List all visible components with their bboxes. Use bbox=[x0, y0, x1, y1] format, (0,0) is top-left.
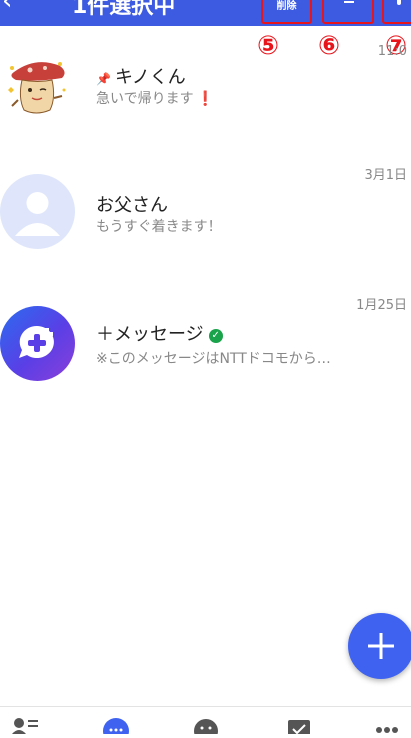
conversation-name-text: ＋メッセージ bbox=[96, 324, 204, 345]
verified-check-icon: ✓ bbox=[208, 329, 223, 343]
overflow-menu-button[interactable] bbox=[382, 0, 411, 24]
conversation-preview: 急いで帰ります ❗ bbox=[96, 88, 214, 108]
pin-icon: 📌 bbox=[96, 72, 111, 86]
nav-task[interactable] bbox=[285, 717, 313, 738]
plus-message-logo-icon bbox=[19, 325, 54, 358]
mushroom-mascot-icon bbox=[8, 62, 66, 114]
avatar-otousan bbox=[0, 174, 75, 249]
back-button[interactable]: ‹ bbox=[2, 0, 12, 16]
bottom-navigation bbox=[0, 706, 411, 738]
contacts-icon bbox=[12, 718, 38, 734]
person-silhouette-icon bbox=[15, 192, 60, 236]
conversation-name-text: キノくん bbox=[114, 67, 186, 88]
conversation-date: 1月25日 bbox=[356, 298, 407, 313]
conversation-row-otousan[interactable]: 3月1日 お父さん もうすぐ着きます！ bbox=[0, 156, 411, 266]
preview-text: 急いで帰ります bbox=[96, 91, 194, 107]
delete-button[interactable]: 削除 bbox=[261, 0, 312, 24]
conversation-row-kinokun[interactable]: 11:0 📌 キノくん 急いで帰ります ❗ bbox=[0, 36, 411, 146]
more-icon bbox=[376, 727, 398, 733]
avatar-kinokun bbox=[0, 50, 75, 125]
avatar-plus-message bbox=[0, 306, 75, 381]
nav-more[interactable] bbox=[372, 717, 402, 738]
nav-chat[interactable] bbox=[102, 717, 130, 738]
top-app-bar: ‹ 1件選択中 削除 bbox=[0, 0, 411, 26]
conversation-name: お父さん bbox=[96, 195, 168, 216]
plus-icon bbox=[368, 633, 394, 659]
conversation-name: 📌 キノくん bbox=[96, 63, 186, 89]
conversation-date: 3月1日 bbox=[364, 168, 407, 183]
dash-icon bbox=[344, 1, 354, 3]
conversation-preview: もうすぐ着きます！ bbox=[96, 219, 222, 235]
new-message-fab[interactable] bbox=[348, 613, 411, 679]
conversation-preview: ※このメッセージはNTTドコモから… bbox=[96, 351, 331, 367]
mark-read-button[interactable] bbox=[322, 0, 374, 24]
task-icon bbox=[288, 720, 310, 738]
stamp-icon bbox=[194, 719, 218, 738]
nav-stamp[interactable] bbox=[192, 717, 220, 738]
more-vert-icon bbox=[397, 0, 401, 5]
delete-label: 削除 bbox=[276, 1, 297, 12]
chat-icon bbox=[103, 718, 129, 738]
exclamation-icon: ❗ bbox=[196, 91, 215, 107]
conversation-row-plus-message[interactable]: 1月25日 ＋メッセージ ✓ ※このメッセージはNTTドコモから… bbox=[0, 286, 411, 396]
nav-contacts[interactable] bbox=[12, 717, 40, 738]
conversation-name: ＋メッセージ ✓ bbox=[96, 320, 223, 346]
selection-count-title: 1件選択中 bbox=[72, 0, 176, 19]
conversation-date: 11:0 bbox=[377, 44, 407, 59]
